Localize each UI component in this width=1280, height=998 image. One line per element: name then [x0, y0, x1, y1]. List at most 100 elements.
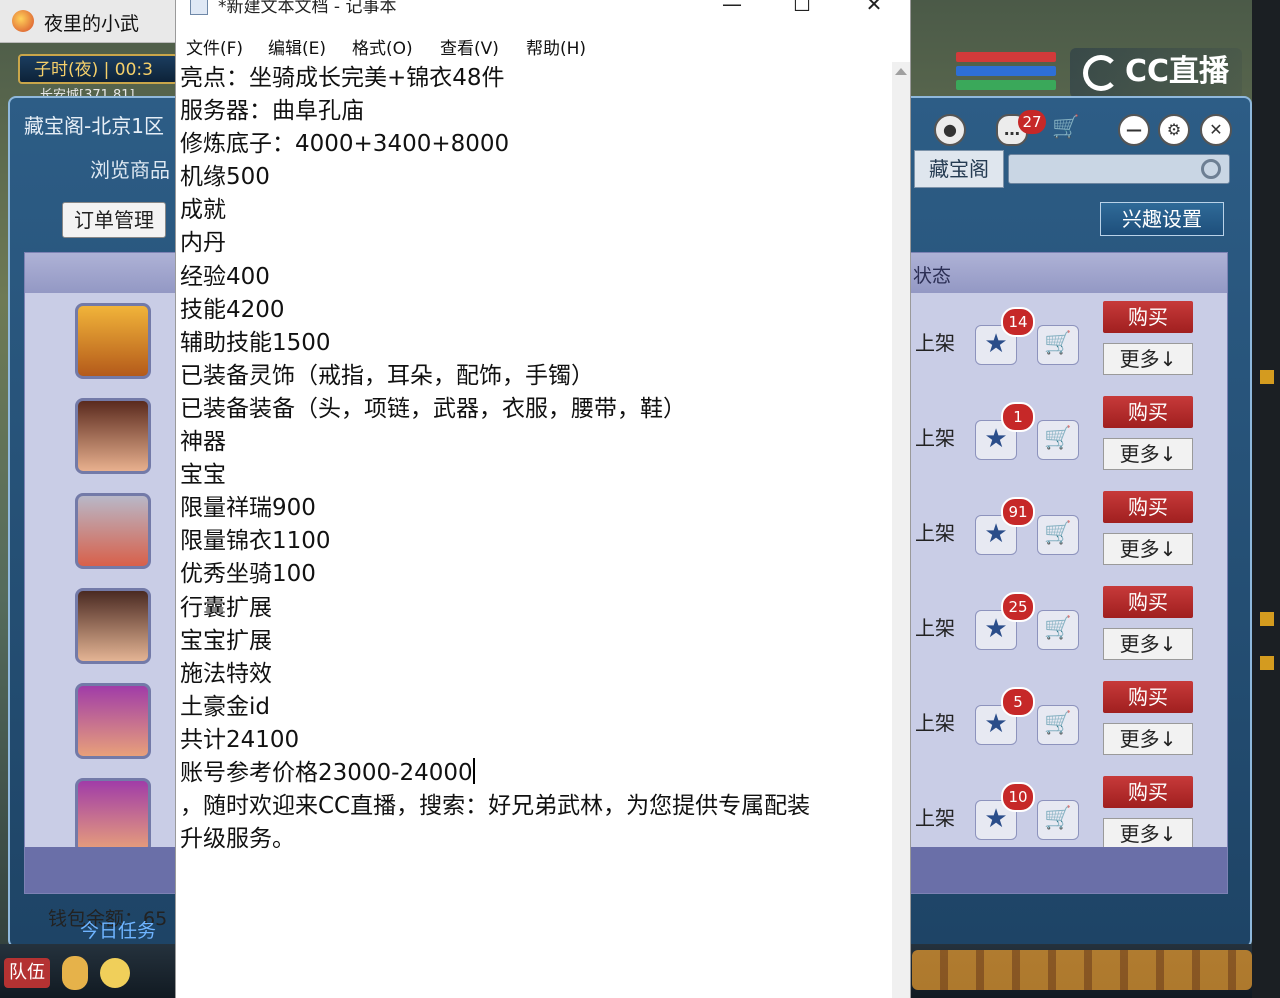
text-line: 已装备灵饰（戒指，耳朵，配饰，手镯） [180, 362, 594, 389]
game-window-title: 夜里的小武 [44, 13, 140, 35]
avatar [75, 683, 151, 759]
notepad-window: *新建文本文档 - 记事本 — ☐ ✕ 文件(F) 编辑(E) 格式(O) 查看… [176, 0, 910, 998]
buy-button[interactable]: 购买 [1103, 491, 1193, 523]
menu-edit[interactable]: 编辑(E) [268, 34, 326, 59]
text-line: 辅助技能1500 [180, 329, 331, 356]
hp-bar [956, 52, 1056, 62]
more-button[interactable]: 更多↓ [1103, 438, 1193, 470]
item-tray[interactable] [912, 950, 1252, 990]
text-line: 升级服务。 [180, 826, 295, 853]
cart-icon[interactable]: 🛒 [1050, 114, 1082, 146]
row-status: 上架 [915, 426, 955, 450]
daily-tasks-link[interactable]: 今日任务 [80, 916, 156, 943]
scroll-up-arrow-icon[interactable] [895, 68, 907, 75]
treasure-search-input[interactable] [1008, 154, 1230, 184]
favorite-count-badge: 14 [1001, 307, 1035, 337]
text-line: 内丹 [180, 230, 226, 257]
more-button[interactable]: 更多↓ [1103, 723, 1193, 755]
status-column-header: 状态 [913, 265, 952, 287]
message-count-badge: 27 [1018, 110, 1046, 134]
team-button[interactable]: 队伍 [4, 958, 50, 988]
right-side-strip [1252, 0, 1280, 998]
status-bars [956, 52, 1056, 102]
row-status: 上架 [915, 521, 955, 545]
buy-button[interactable]: 购买 [1103, 586, 1193, 618]
buy-button[interactable]: 购买 [1103, 776, 1193, 808]
add-to-cart-icon[interactable]: 🛒 [1037, 420, 1079, 460]
cc-live-logo: CC直播 [1070, 48, 1242, 98]
text-line: 行囊扩展 [180, 594, 272, 621]
notepad-text-area[interactable]: 亮点：坐骑成长完美+锦衣48件 服务器：曲阜孔庙 修炼底子：4000+3400+… [176, 62, 892, 998]
avatar [75, 588, 151, 664]
text-line: ，随时欢迎来CC直播，搜索：好兄弟武林，为您提供专属配装 [180, 793, 811, 820]
buy-button[interactable]: 购买 [1103, 301, 1193, 333]
side-marker-icon [1260, 612, 1274, 626]
avatar [75, 398, 151, 474]
text-line: 宝宝 [180, 462, 226, 489]
notepad-vertical-scrollbar[interactable] [892, 62, 910, 998]
row-status: 上架 [915, 331, 955, 355]
menu-help[interactable]: 帮助(H) [526, 34, 586, 59]
tab-browse-goods[interactable]: 浏览商品 [90, 154, 170, 183]
document-icon [190, 0, 208, 15]
text-line: 神器 [180, 429, 226, 456]
avatar [75, 778, 151, 850]
text-line: 已装备装备（头，项链，武器，衣服，腰带，鞋） [180, 395, 686, 422]
text-line: 机缘500 [180, 164, 270, 191]
more-button[interactable]: 更多↓ [1103, 533, 1193, 565]
menu-format[interactable]: 格式(O) [352, 34, 413, 59]
add-to-cart-icon[interactable]: 🛒 [1037, 800, 1079, 840]
cc-logo-icon [1082, 54, 1119, 91]
buy-button[interactable]: 购买 [1103, 396, 1193, 428]
notepad-menubar: 文件(F) 编辑(E) 格式(O) 查看(V) 帮助(H) [176, 30, 910, 60]
notepad-window-title: *新建文本文档 - 记事本 [218, 0, 397, 17]
buy-button[interactable]: 购买 [1103, 681, 1193, 713]
text-caret [472, 757, 475, 784]
tab-treasure-pavilion[interactable]: 藏宝阁 [914, 150, 1004, 188]
game-titlebar: 夜里的小武 [0, 0, 180, 43]
row-status: 上架 [915, 616, 955, 640]
favorite-count-badge: 1 [1001, 402, 1035, 432]
add-to-cart-icon[interactable]: 🛒 [1037, 325, 1079, 365]
text-line: 服务器：曲阜孔庙 [180, 98, 364, 125]
row-status: 上架 [915, 711, 955, 735]
text-line: 经验400 [180, 263, 270, 290]
maximize-window-icon[interactable]: ☐ [782, 0, 822, 16]
chat-bubble-icon[interactable] [100, 958, 130, 988]
game-app-icon [12, 10, 34, 32]
order-management-button[interactable]: 订单管理 [62, 202, 166, 238]
more-button[interactable]: 更多↓ [1103, 818, 1193, 850]
text-line: 宝宝扩展 [180, 627, 272, 654]
minimize-window-icon[interactable]: — [712, 0, 752, 16]
add-to-cart-icon[interactable]: 🛒 [1037, 705, 1079, 745]
more-button[interactable]: 更多↓ [1103, 343, 1193, 375]
game-time-indicator: 子时(夜) | 00:3 [18, 54, 178, 84]
favorite-count-badge: 5 [1001, 687, 1035, 717]
text-line: 亮点：坐骑成长完美+锦衣48件 [180, 65, 505, 91]
menu-view[interactable]: 查看(V) [440, 34, 499, 59]
row-status: 上架 [915, 806, 955, 830]
minimize-icon[interactable]: — [1118, 114, 1150, 146]
side-marker-icon [1260, 370, 1274, 384]
close-icon[interactable]: ✕ [1200, 114, 1232, 146]
avatar [75, 303, 151, 379]
cc-logo-text: CC直播 [1124, 54, 1230, 89]
interest-settings-button[interactable]: 兴趣设置 [1100, 202, 1224, 236]
mp-bar [956, 66, 1056, 76]
text-line: 共计24100 [180, 726, 300, 753]
gear-icon[interactable]: ⚙ [1158, 114, 1190, 146]
text-line: 成就 [180, 197, 226, 224]
treasure-toolbar: ● … 27 🛒 — ⚙ ✕ [922, 110, 1242, 148]
more-button[interactable]: 更多↓ [1103, 628, 1193, 660]
search-icon[interactable] [1201, 159, 1221, 179]
close-window-icon[interactable]: ✕ [854, 0, 894, 16]
microphone-icon[interactable] [62, 956, 88, 990]
text-line: 优秀坐骑100 [180, 561, 316, 588]
add-to-cart-icon[interactable]: 🛒 [1037, 515, 1079, 555]
menu-file[interactable]: 文件(F) [186, 34, 243, 59]
avatar [75, 493, 151, 569]
treasure-window-title: 藏宝阁-北京1区 [24, 114, 164, 138]
add-to-cart-icon[interactable]: 🛒 [1037, 610, 1079, 650]
text-line: 限量祥瑞900 [180, 495, 316, 522]
record-icon[interactable]: ● [934, 114, 966, 146]
